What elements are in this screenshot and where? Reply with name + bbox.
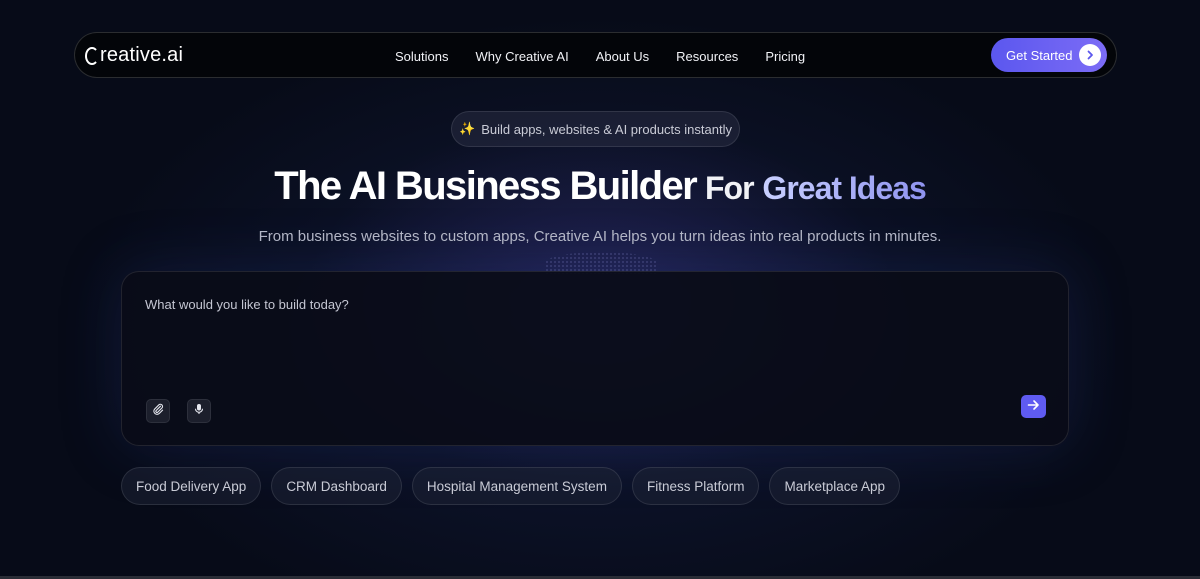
sparkle-icon: ✨ bbox=[459, 121, 476, 136]
nav-link-resources[interactable]: Resources bbox=[676, 49, 738, 64]
hero-subtitle: From business websites to custom apps, C… bbox=[258, 228, 942, 245]
brand-name: reative.ai bbox=[100, 43, 184, 66]
brand-logo[interactable]: reative.ai bbox=[85, 42, 183, 68]
arrow-right-icon bbox=[1027, 398, 1040, 416]
nav-link-pricing[interactable]: Pricing bbox=[765, 49, 805, 64]
hero-title: The AI Business Builder For Great Ideas bbox=[0, 164, 1200, 209]
nav-links: Solutions Why Creative AI About Us Resou… bbox=[395, 33, 832, 79]
logo-ring-icon bbox=[85, 46, 99, 65]
get-started-button[interactable]: Get Started bbox=[991, 38, 1107, 72]
suggestion-chip-marketplace-app[interactable]: Marketplace App bbox=[769, 467, 901, 505]
nav-link-solutions[interactable]: Solutions bbox=[395, 49, 448, 64]
suggestion-chip-food-delivery-app[interactable]: Food Delivery App bbox=[121, 467, 262, 505]
attach-button[interactable] bbox=[146, 399, 170, 423]
suggestion-chip-hospital-management-system[interactable]: Hospital Management System bbox=[411, 467, 622, 505]
send-button[interactable] bbox=[1021, 395, 1046, 418]
hero-badge-text: Build apps, websites & AI products insta… bbox=[481, 121, 732, 137]
suggestion-chips: Food Delivery App CRM Dashboard Hospital… bbox=[121, 467, 901, 505]
get-started-label: Get Started bbox=[1006, 47, 1073, 63]
hero-title-main: The AI Business Builder bbox=[274, 164, 697, 208]
suggestion-chip-crm-dashboard[interactable]: CRM Dashboard bbox=[271, 467, 402, 505]
hero-title-accent: Great Ideas bbox=[762, 170, 926, 206]
suggestion-chip-fitness-platform[interactable]: Fitness Platform bbox=[631, 467, 760, 505]
prompt-placeholder[interactable]: What would you like to build today? bbox=[145, 297, 349, 312]
microphone-icon bbox=[193, 402, 205, 420]
paperclip-icon bbox=[152, 402, 164, 420]
voice-input-button[interactable] bbox=[187, 399, 211, 423]
nav-link-about-us[interactable]: About Us bbox=[596, 49, 649, 64]
hero-title-for: For bbox=[704, 170, 755, 206]
hero-badge: ✨ Build apps, websites & AI products ins… bbox=[451, 111, 740, 147]
chevron-right-icon bbox=[1079, 44, 1101, 66]
nav-link-why-creative-ai[interactable]: Why Creative AI bbox=[475, 49, 568, 64]
top-navbar: reative.ai Solutions Why Creative AI Abo… bbox=[74, 32, 1117, 78]
prompt-input-box[interactable]: What would you like to build today? bbox=[121, 271, 1069, 446]
